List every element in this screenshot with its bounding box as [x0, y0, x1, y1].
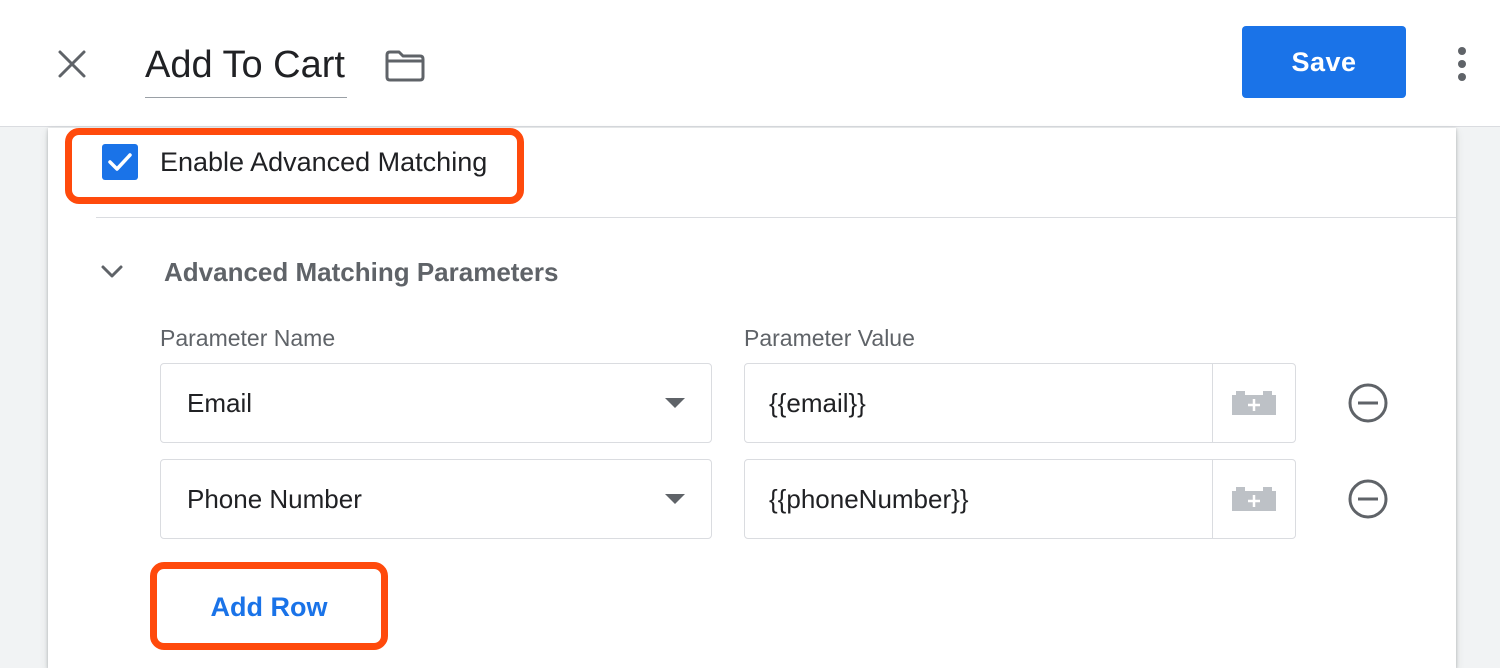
remove-row-button[interactable]	[1345, 476, 1391, 522]
advanced-matching-section-toggle[interactable]: Advanced Matching Parameters	[100, 250, 558, 294]
parameter-name-value: Email	[187, 388, 253, 418]
section-title: Advanced Matching Parameters	[164, 256, 559, 287]
parameter-value-text: {{email}}	[769, 388, 866, 418]
insert-variable-button[interactable]	[1212, 460, 1295, 538]
dropdown-arrow-icon	[665, 494, 685, 504]
column-header-parameter-name: Parameter Name	[160, 325, 336, 351]
top-bar: Add To Cart Save	[0, 0, 1500, 127]
save-button[interactable]: Save	[1242, 26, 1406, 98]
folder-icon	[385, 50, 425, 82]
more-options-button[interactable]	[1442, 40, 1482, 88]
parameter-value-text: {{phoneNumber}}	[769, 484, 969, 514]
chevron-down-icon	[101, 265, 123, 278]
remove-row-button[interactable]	[1345, 380, 1391, 426]
enable-advanced-matching-row: Enable Advanced Matching	[102, 142, 487, 182]
column-header-parameter-value: Parameter Value	[744, 325, 915, 351]
parameter-value-input[interactable]: {{phoneNumber}}	[744, 459, 1296, 539]
add-row-button[interactable]: Add Row	[164, 574, 374, 640]
variable-icon	[1232, 391, 1276, 415]
close-icon	[58, 50, 86, 78]
parameter-value-input[interactable]: {{email}}	[744, 363, 1296, 443]
section-divider	[96, 217, 1456, 218]
parameter-name-select[interactable]: Phone Number	[160, 459, 712, 539]
insert-variable-button[interactable]	[1212, 364, 1295, 442]
dropdown-arrow-icon	[665, 398, 685, 408]
variable-icon	[1232, 487, 1276, 511]
folder-button[interactable]	[382, 45, 428, 87]
check-icon	[108, 153, 132, 171]
parameter-name-value: Phone Number	[187, 484, 362, 514]
enable-advanced-matching-checkbox[interactable]	[102, 144, 138, 180]
close-button[interactable]	[50, 42, 94, 86]
page-title: Add To Cart	[145, 44, 345, 86]
checkbox-label[interactable]: Enable Advanced Matching	[160, 147, 487, 178]
remove-circle-icon	[1348, 479, 1388, 519]
remove-circle-icon	[1348, 383, 1388, 423]
parameter-name-select[interactable]: Email	[160, 363, 712, 443]
tag-name-field[interactable]: Add To Cart	[145, 36, 347, 98]
more-vert-icon	[1458, 47, 1466, 81]
